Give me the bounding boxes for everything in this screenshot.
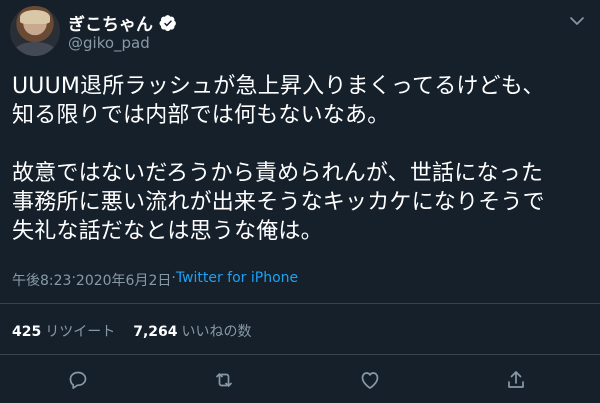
retweets-label: リツイート [45, 324, 116, 340]
likes-label: いいねの数 [181, 324, 252, 340]
likes-stat[interactable]: 7,264 いいねの数 [133, 321, 251, 341]
chevron-down-icon[interactable] [568, 12, 586, 30]
heart-icon[interactable] [358, 368, 382, 392]
display-name[interactable]: ぎこちゃん [68, 10, 153, 35]
tweet-date[interactable]: 2020年6月2日 [76, 270, 171, 290]
tweet-source-link[interactable]: Twitter for iPhone [176, 270, 298, 290]
avatar[interactable] [10, 6, 60, 56]
divider [0, 354, 600, 355]
tweet-card: ぎこちゃん @giko_pad UUUM退所ラッシュが急上昇入りまくってるけども… [0, 0, 600, 403]
action-bar [0, 368, 600, 398]
divider [0, 303, 600, 304]
retweets-count: 425 [12, 324, 42, 340]
reply-icon[interactable] [66, 368, 90, 392]
retweet-icon[interactable] [212, 368, 236, 392]
likes-count: 7,264 [133, 324, 178, 340]
tweet-meta: 午後8:23 · 2020年6月2日 · Twitter for iPhone [12, 270, 298, 290]
verified-badge-icon [159, 14, 177, 32]
tweet-time[interactable]: 午後8:23 [12, 270, 71, 290]
avatar-shirt [14, 42, 56, 56]
user-handle[interactable]: @giko_pad [68, 34, 150, 52]
share-icon[interactable] [504, 368, 528, 392]
tweet-stats: 425 リツイート 7,264 いいねの数 [12, 321, 252, 341]
avatar-hair [20, 10, 50, 24]
tweet-text: UUUM退所ラッシュが急上昇入りまくってるけども、 知る限りでは内部では何もない… [12, 74, 545, 244]
name-row: ぎこちゃん [68, 10, 177, 35]
retweets-stat[interactable]: 425 リツイート [12, 321, 115, 341]
tweet-header: ぎこちゃん @giko_pad [8, 4, 592, 60]
